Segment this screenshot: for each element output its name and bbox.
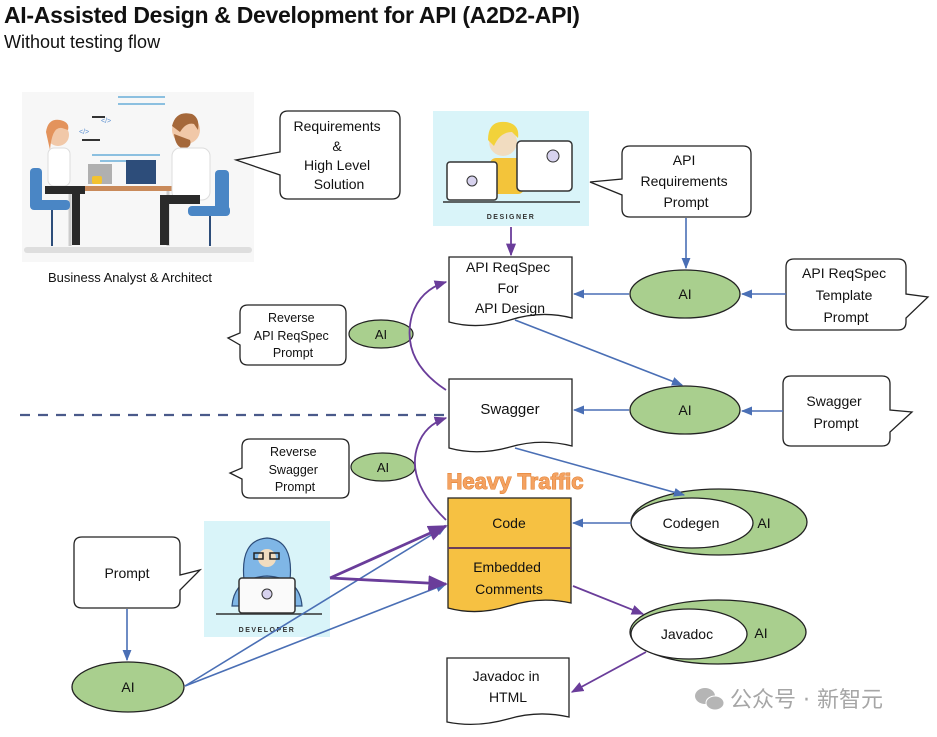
code-document: Code Embedded Comments — [447, 497, 572, 613]
callout-line: API ReqSpec — [802, 265, 886, 281]
callout-line: Prompt — [813, 415, 858, 431]
arrow-swagger-to-reqspec — [408, 280, 448, 391]
comments-line: Embedded — [473, 559, 541, 575]
callout-line: Template — [816, 287, 873, 303]
requirements-callout-line: High Level — [304, 157, 370, 173]
callout-line: Prompt — [663, 194, 708, 210]
watermark: 公众号 · 新智元 — [695, 688, 883, 713]
arrow-developer-to-code — [329, 524, 448, 580]
ai-node-swagger: AI — [629, 385, 741, 435]
code-label: Code — [492, 515, 526, 531]
ai-node-reverse-swagger: AI — [350, 452, 416, 482]
reqspec-document: API ReqSpec For API Design — [448, 256, 573, 327]
swagger-prompt-callout: Swagger Prompt — [782, 375, 914, 447]
javadoc-html-line: Javadoc in — [473, 668, 540, 684]
watermark-text: 公众号 · 新智元 — [730, 688, 883, 713]
ai-label: AI — [121, 679, 134, 695]
swagger-label: Swagger — [480, 401, 539, 418]
developer-prompt-callout: Prompt — [73, 536, 203, 609]
callout-line: Prompt — [823, 309, 868, 325]
javadoc-label: Javadoc — [661, 626, 713, 642]
svg-text:</>: </> — [79, 129, 89, 136]
developer-prompt-label: Prompt — [104, 565, 149, 581]
svg-text:</>: </> — [101, 118, 111, 125]
requirements-callout-line: Solution — [314, 176, 365, 192]
reqspec-template-prompt-callout: API ReqSpec Template Prompt — [785, 258, 930, 331]
callout-line: API ReqSpec — [254, 329, 329, 343]
reqspec-line: API Design — [475, 300, 545, 316]
callout-line: Prompt — [275, 480, 316, 494]
arrow-comments-to-javadoc — [572, 585, 645, 615]
ai-node-developer: AI — [71, 661, 185, 713]
heavy-traffic-annotation: Heavy Traffic — [447, 469, 584, 494]
business-analyst-caption: Business Analyst & Architect — [48, 270, 212, 285]
javadoc-html-line: HTML — [489, 689, 527, 705]
ai-label: AI — [377, 460, 389, 475]
ai-label: AI — [375, 327, 387, 342]
reverse-swagger-prompt-callout: Reverse Swagger Prompt — [228, 438, 350, 499]
comments-line: Comments — [475, 581, 543, 597]
arrow-javadoc-to-html — [570, 651, 647, 693]
ai-label: AI — [678, 402, 691, 418]
callout-line: Swagger — [806, 393, 862, 409]
svg-text:Reverse Swagger Pr: Reverse Swagger Prompt — [269, 445, 322, 494]
callout-line: Requirements — [640, 173, 727, 189]
requirements-callout-line: Requirements — [293, 118, 380, 134]
developer-illustration: DEVELOPER — [204, 521, 330, 637]
flow-diagram: </> </> Business Analyst & Architect Req… — [20, 92, 930, 726]
reverse-reqspec-prompt-callout: Reverse API ReqSpec Prompt — [226, 304, 347, 366]
ai-label: AI — [757, 515, 770, 531]
developer-caption: DEVELOPER — [239, 627, 296, 634]
swagger-document: Swagger — [448, 378, 573, 453]
ai-javadoc-node: Javadoc AI — [629, 599, 807, 665]
wechat-icon — [695, 688, 725, 711]
callout-line: Prompt — [273, 346, 314, 360]
ai-label: AI — [678, 286, 691, 302]
callout-line: Swagger — [269, 463, 318, 477]
arrow-developer-to-comments — [329, 575, 448, 591]
ai-label: AI — [754, 625, 767, 641]
requirements-callout: Requirements & High Level Solution — [233, 110, 401, 200]
ai-codegen-node: Codegen AI — [630, 488, 808, 556]
arrow-reqspec-to-ai — [514, 319, 684, 386]
callout-line: API — [673, 152, 696, 168]
reqspec-line: API ReqSpec — [466, 259, 550, 275]
callout-line: Reverse — [270, 445, 317, 459]
designer-illustration: DESIGNER — [433, 111, 589, 226]
requirements-callout-line: & — [332, 138, 342, 154]
callout-line: Reverse — [268, 311, 315, 325]
ai-node-reverse-reqspec: AI — [348, 319, 414, 349]
arrow-code-to-swagger — [414, 416, 448, 521]
business-analyst-architect-illustration: </> </> — [22, 92, 254, 262]
designer-caption: DESIGNER — [487, 214, 536, 221]
api-requirements-prompt-callout: API Requirements Prompt — [589, 145, 752, 218]
reqspec-line: For — [498, 280, 519, 296]
ai-node-reqspec: AI — [629, 269, 741, 319]
codegen-label: Codegen — [663, 515, 720, 531]
javadoc-html-document: Javadoc in HTML — [446, 657, 570, 726]
